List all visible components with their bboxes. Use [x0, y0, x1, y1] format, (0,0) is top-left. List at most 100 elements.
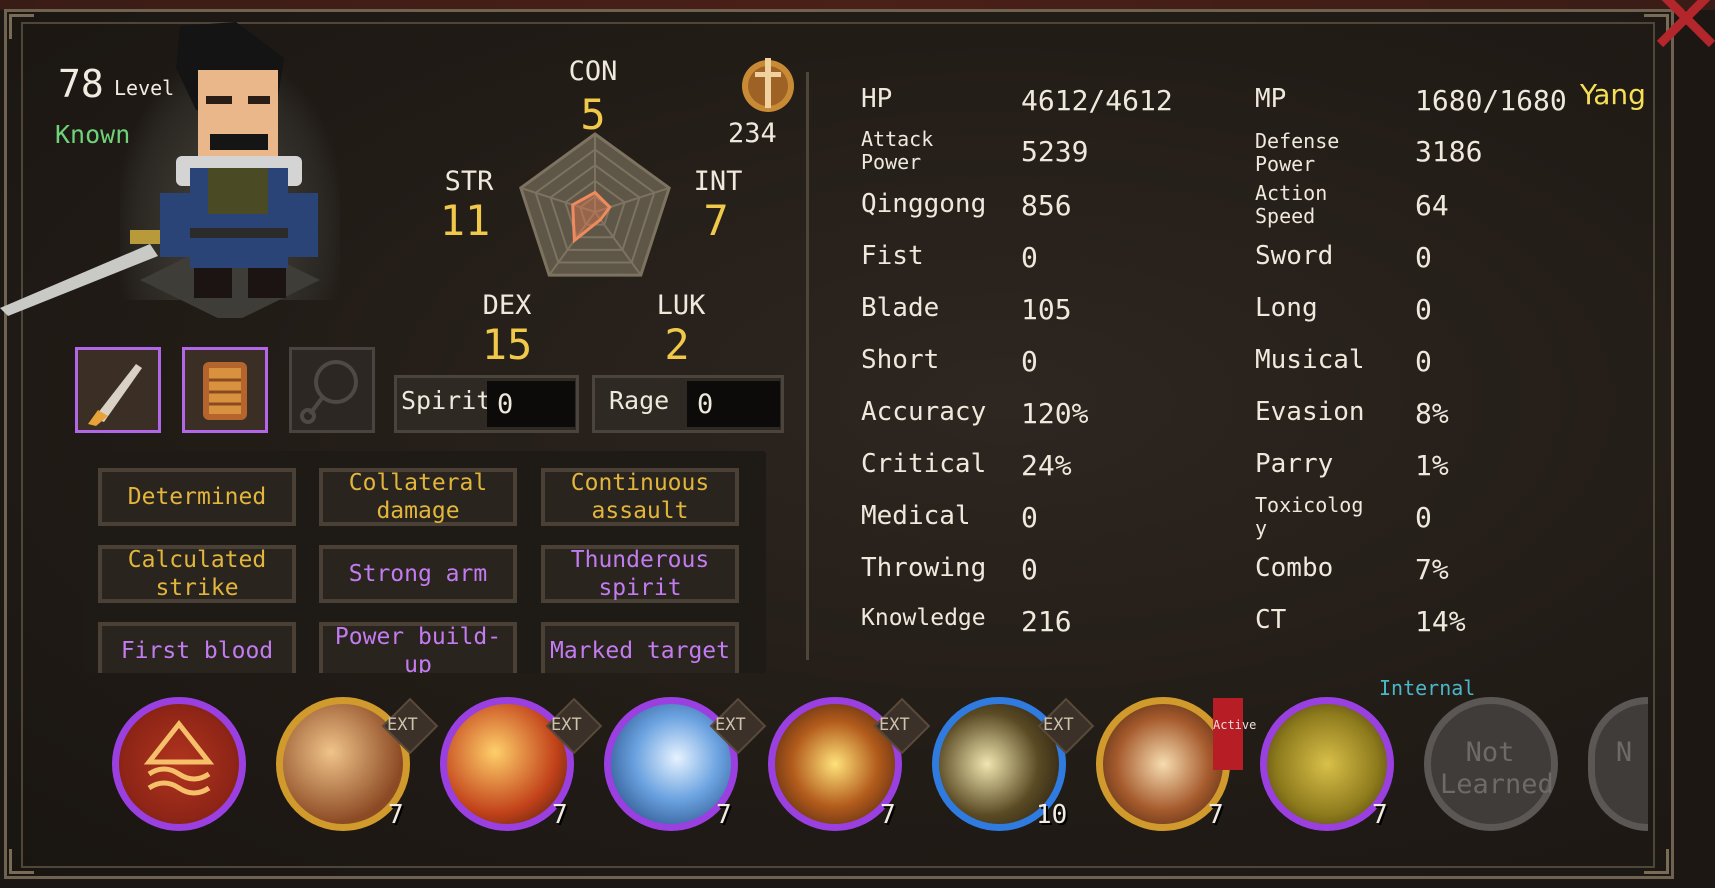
- trait-tag[interactable]: First blood: [98, 622, 296, 673]
- stat-label: Knowledge: [861, 605, 986, 631]
- corner-ornament: [9, 849, 34, 874]
- ext-tag-label: EXT: [879, 715, 910, 735]
- stat-value: 64: [1415, 189, 1449, 222]
- skill-count: 7: [388, 800, 404, 830]
- trait-tag[interactable]: Calculated strike: [98, 545, 296, 603]
- stat-label: Evasion: [1255, 397, 1365, 427]
- stat-label: Defense Power: [1255, 129, 1340, 176]
- stat-value: 4612/4612: [1021, 84, 1173, 117]
- luk-label: LUK: [656, 290, 706, 321]
- ext-tag-label: EXT: [387, 715, 418, 735]
- skill-count: 10: [1036, 800, 1068, 830]
- spirit-value: 0: [487, 381, 575, 427]
- stat-label: Throwing: [861, 553, 987, 583]
- stat-value: 1%: [1415, 449, 1449, 482]
- attribute-radar-chart: [519, 132, 671, 277]
- stat-value: 216: [1021, 605, 1072, 638]
- dagger-icon: [88, 364, 142, 426]
- amulet-icon: [300, 360, 358, 424]
- stat-value: 120%: [1021, 397, 1089, 430]
- ext-tag-label: EXT: [715, 715, 746, 735]
- character-portrait: [0, 22, 320, 318]
- stat-label: Sword: [1255, 241, 1334, 271]
- flame-pattern-icon: [143, 719, 215, 796]
- int-value: 7: [703, 196, 729, 245]
- accessory-slot[interactable]: [289, 347, 375, 433]
- stat-label: Fist: [861, 241, 924, 271]
- stat-value: 0: [1021, 345, 1038, 378]
- trait-tag[interactable]: Strong arm: [319, 545, 517, 603]
- stat-value: 3186: [1415, 135, 1483, 168]
- trait-tag[interactable]: Continuous assault: [541, 468, 739, 526]
- spirit-meter: Spirit 0: [394, 375, 579, 433]
- stat-label: Short: [861, 345, 940, 375]
- stat-value: 0: [1021, 553, 1038, 586]
- stat-label: MP: [1255, 84, 1287, 114]
- stat-value: 8%: [1415, 397, 1449, 430]
- stat-value: 24%: [1021, 449, 1072, 482]
- stat-label: Long: [1255, 293, 1318, 323]
- stat-value: 7%: [1415, 553, 1449, 586]
- level-value: 78: [58, 62, 104, 106]
- dex-label: DEX: [482, 290, 532, 321]
- ext-tag-label: EXT: [551, 715, 582, 735]
- stat-label: Accuracy: [861, 397, 987, 427]
- stat-value: 0: [1021, 241, 1038, 274]
- stat-value: 0: [1021, 501, 1038, 534]
- traits-panel: Determined Collateral damage Continuous …: [84, 451, 766, 673]
- stat-label: CT: [1255, 605, 1287, 635]
- internal-art-skill[interactable]: [112, 697, 246, 831]
- trait-tag[interactable]: Marked target: [541, 622, 739, 673]
- sword-emblem-icon: [742, 58, 794, 112]
- internal-tag: Internal: [1379, 676, 1475, 700]
- ext-tag-label: EXT: [1043, 715, 1074, 735]
- rage-value: 0: [687, 381, 780, 427]
- level-label: Level: [114, 76, 175, 100]
- stat-value: 105: [1021, 293, 1072, 326]
- trait-tag[interactable]: Determined: [98, 468, 296, 526]
- panel-divider: [806, 72, 809, 660]
- emblem-value: 234: [728, 118, 777, 149]
- skill-count: 7: [552, 800, 568, 830]
- skill-count: 7: [1208, 800, 1224, 830]
- stat-label: Medical: [861, 501, 971, 531]
- rage-label: Rage: [609, 386, 670, 415]
- stat-label: Attack Power: [861, 127, 934, 174]
- stat-value: 1680/1680: [1415, 84, 1567, 117]
- stat-label: Combo: [1255, 553, 1334, 583]
- luk-value: 2: [664, 320, 690, 369]
- str-value: 11: [439, 196, 491, 245]
- dex-value: 15: [481, 320, 533, 369]
- stat-value: 0: [1415, 501, 1432, 534]
- stat-label: Musical: [1255, 345, 1365, 375]
- stat-value: 5239: [1021, 135, 1089, 168]
- stat-label: Qinggong: [861, 189, 987, 219]
- armor-icon: [203, 362, 247, 420]
- stat-value: 856: [1021, 189, 1072, 222]
- stat-label: HP: [861, 84, 893, 114]
- armor-slot[interactable]: [182, 347, 268, 433]
- skill-count: 7: [1372, 800, 1388, 830]
- stat-value: 14%: [1415, 605, 1466, 638]
- stat-label: Critical: [861, 449, 987, 479]
- skill-count: 7: [716, 800, 732, 830]
- active-tag: Active: [1213, 698, 1256, 770]
- not-learned-label: Not Learned: [1440, 737, 1554, 800]
- stat-label: Blade: [861, 293, 940, 323]
- skill-count: 7: [880, 800, 896, 830]
- int-label: INT: [693, 166, 743, 197]
- spirit-label: Spirit: [401, 386, 492, 415]
- relation-status: Known: [55, 120, 131, 149]
- stat-value: 0: [1415, 241, 1432, 274]
- con-label: CON: [568, 56, 618, 87]
- close-icon[interactable]: [1650, 0, 1715, 56]
- character-name: Yang: [1580, 78, 1646, 111]
- stat-label: Toxicology: [1255, 493, 1364, 540]
- trait-tag[interactable]: Thunderous spirit: [541, 545, 739, 603]
- stat-value: 0: [1415, 345, 1432, 378]
- weapon-slot[interactable]: [75, 347, 161, 433]
- rage-meter: Rage 0: [592, 375, 784, 433]
- stat-value: 0: [1415, 293, 1432, 326]
- trait-tag[interactable]: Collateral damage: [319, 468, 517, 526]
- trait-tag[interactable]: Power build-up: [319, 622, 517, 673]
